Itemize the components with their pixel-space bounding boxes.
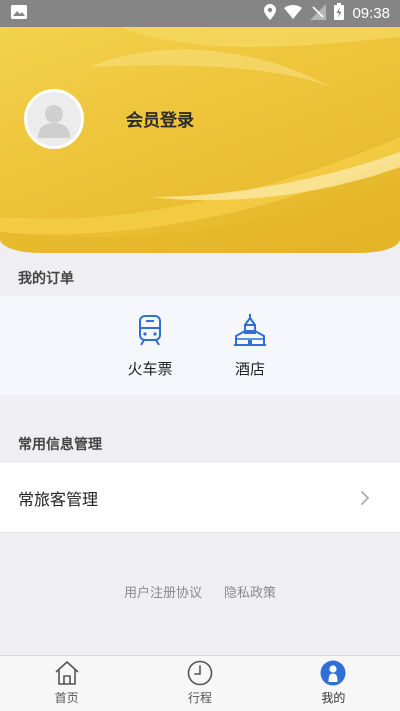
footer-links: 用户注册协议 隐私政策 [0, 582, 400, 601]
chevron-right-icon [361, 490, 369, 505]
app-screen: 09:38 会员登录 我的订单 火车票 酒店 常用信息管理 常旅客管理 用户注册… [0, 0, 400, 711]
frequent-traveler-row[interactable]: 常旅客管理 [0, 463, 400, 533]
frequent-traveler-label: 常旅客管理 [18, 489, 99, 509]
train-ticket-button[interactable]: 火车票 [110, 296, 190, 395]
user-agreement-link[interactable]: 用户注册协议 [124, 582, 202, 601]
info-section-title: 常用信息管理 [18, 437, 102, 453]
status-time: 09:38 [352, 5, 390, 22]
battery-icon [334, 3, 345, 24]
signal-icon [310, 3, 327, 24]
tab-home[interactable]: 首页 [0, 656, 133, 711]
tab-home-label: 首页 [54, 691, 79, 705]
tab-itinerary[interactable]: 行程 [133, 656, 266, 711]
train-ticket-label: 火车票 [127, 360, 173, 378]
tab-itinerary-label: 行程 [187, 691, 212, 705]
status-bar: 09:38 [0, 0, 400, 27]
bottom-tab-bar: 首页 行程 我的 [0, 655, 400, 711]
avatar[interactable] [24, 89, 84, 149]
orders-section-title: 我的订单 [18, 271, 74, 287]
default-avatar-icon [38, 105, 70, 138]
hotel-icon [234, 314, 266, 346]
hotel-button[interactable]: 酒店 [210, 296, 290, 395]
clock-icon [187, 660, 213, 686]
user-icon [320, 660, 346, 686]
wifi-icon [284, 4, 303, 23]
image-icon [10, 4, 28, 24]
orders-panel: 火车票 酒店 [0, 296, 400, 395]
tab-mine[interactable]: 我的 [267, 656, 400, 711]
hotel-label: 酒店 [234, 360, 265, 378]
privacy-policy-link[interactable]: 隐私政策 [224, 582, 276, 601]
train-icon [139, 315, 161, 346]
tab-mine-label: 我的 [321, 691, 346, 705]
home-icon [55, 661, 79, 685]
location-icon [264, 3, 277, 24]
profile-header: 会员登录 [0, 27, 400, 253]
member-login-link[interactable]: 会员登录 [126, 106, 194, 131]
